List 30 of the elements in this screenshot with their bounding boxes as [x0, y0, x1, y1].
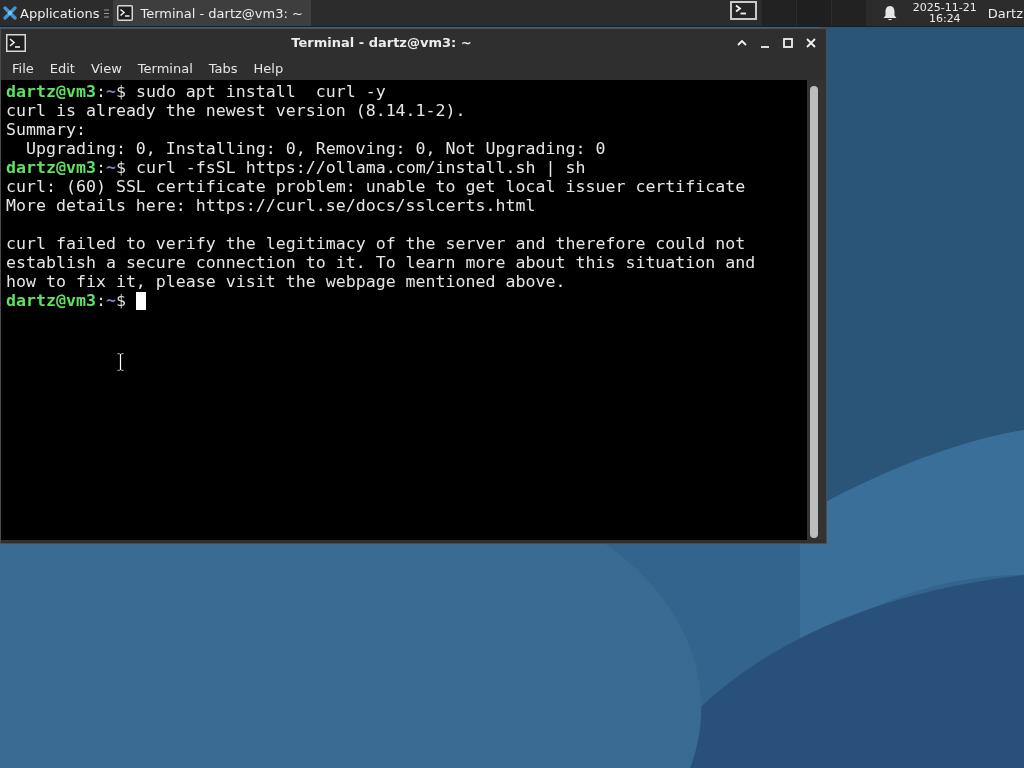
scrollbar-thumb[interactable] — [810, 86, 818, 538]
chevron-up-icon[interactable] — [737, 37, 747, 48]
menu-item[interactable]: File — [4, 60, 42, 76]
workspace-switcher[interactable] — [761, 0, 867, 26]
menu-item[interactable]: Help — [245, 60, 292, 76]
menu-item[interactable]: View — [82, 60, 130, 76]
terminal-icon — [117, 5, 134, 21]
close-icon[interactable] — [806, 37, 816, 48]
menu-item[interactable]: Terminal — [129, 60, 201, 76]
cross-logo-icon — [2, 5, 18, 21]
command-text: curl -fsSL https://ollama.com/install.sh | sh — [135, 158, 586, 177]
clock-date: 2025-11-21 — [912, 2, 977, 13]
command-text: sudo apt install curl -y — [135, 82, 386, 101]
terminal-launcher-icon[interactable] — [729, 1, 757, 20]
menu-item[interactable]: Edit — [41, 60, 83, 76]
menu-item[interactable]: Tabs — [200, 60, 246, 76]
shell-prompt: dartz@vm3:~$ — [6, 158, 126, 177]
maximize-icon[interactable] — [783, 37, 793, 48]
window-title: Terminal - dartz@vm3: ~ — [291, 35, 472, 50]
user-name[interactable]: Dartz — [987, 5, 1024, 21]
terminal-icon[interactable] — [6, 33, 26, 52]
shell-prompt: dartz@vm3:~$ — [6, 291, 126, 310]
shell-prompt: dartz@vm3:~$ — [6, 82, 126, 101]
bell-icon[interactable] — [882, 5, 897, 21]
clock-time: 16:24 — [928, 13, 961, 24]
i-beam-pointer-icon — [116, 352, 125, 372]
taskbar-button[interactable]: Terminal - dartz@vm3: ~ — [113, 0, 311, 26]
command-output: curl: (60) SSL certificate problem: unable to get local issuer certificate More details here: https://curl.se/docs/sslcerts.html curl failed to verify the legitimacy of the server and therefore could not establish a secure connection to it. To learn more about this situation and how to fix it, please visit the webpage mentioned above. — [6, 177, 757, 291]
applications-menu[interactable]: Applications — [0, 0, 102, 26]
grip-icon — [104, 8, 110, 18]
